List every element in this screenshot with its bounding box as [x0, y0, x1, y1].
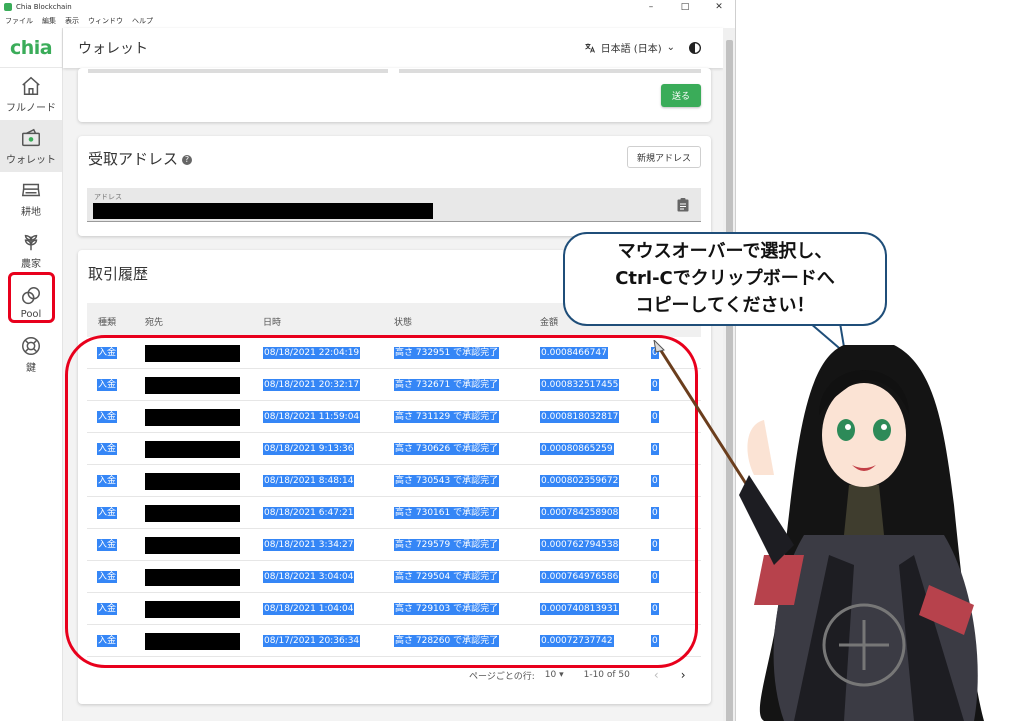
help-icon[interactable]: ?: [182, 154, 193, 165]
sidebar-item-label: 農家: [21, 258, 41, 270]
menu-help[interactable]: ヘルプ: [132, 16, 153, 26]
history-title: 取引履歴: [88, 265, 149, 283]
translate-icon: [584, 43, 595, 53]
send-amount-field[interactable]: [88, 69, 388, 73]
menu-file[interactable]: ファイル: [5, 16, 33, 26]
page-title: ウォレット: [78, 41, 148, 57]
menu-view[interactable]: 表示: [65, 16, 79, 26]
sidebar-item-keys[interactable]: 鍵: [0, 328, 62, 380]
send-card: [78, 68, 711, 122]
receive-address-heading: 受取アドレス?: [88, 148, 193, 169]
send-fee-field[interactable]: [399, 69, 701, 73]
address-value-redacted: [93, 203, 433, 219]
send-button[interactable]: 送る: [661, 84, 701, 107]
rows-per-page-select[interactable]: 10 ▾: [545, 670, 564, 680]
chia-logo: chia: [0, 28, 62, 68]
screen: Chia Blockchain – □ ✕ ファイル 編集 表示 ウィンドウ ヘ…: [0, 0, 1012, 721]
sidebar-item-label: 耕地: [21, 206, 41, 218]
sidebar-item-label: ウォレット: [6, 154, 56, 166]
column-status[interactable]: 状態: [394, 315, 412, 328]
maximize-button[interactable]: □: [668, 0, 702, 14]
sidebar: chia フルノード ウォレット 耕地 農家 Pool 鍵: [0, 28, 63, 721]
chevron-left-icon[interactable]: ‹: [654, 668, 659, 682]
lifebuoy-icon: [22, 336, 40, 355]
column-type[interactable]: 種類: [98, 315, 116, 328]
window-title: Chia Blockchain: [16, 3, 72, 11]
language-label: 日本語 (日本): [600, 44, 662, 55]
sidebar-item-wallet[interactable]: ウォレット: [0, 120, 62, 172]
pagination: ページごとの行: 10 ▾ 1-10 of 50 ‹ ›: [469, 668, 686, 682]
app-bar: ウォレット 日本語 (日本) ⌄: [63, 28, 723, 68]
column-date[interactable]: 日時: [263, 315, 281, 328]
column-amount[interactable]: 金額: [540, 315, 558, 328]
sidebar-item-farm[interactable]: 農家: [0, 224, 62, 276]
drive-icon: [21, 183, 41, 196]
theme-toggle-icon[interactable]: [687, 40, 703, 56]
app-window: Chia Blockchain – □ ✕ ファイル 編集 表示 ウィンドウ ヘ…: [0, 0, 736, 721]
minimize-button[interactable]: –: [634, 0, 668, 14]
rows-per-page-value: 10: [544, 670, 557, 680]
rows-per-page-label: ページごとの行:: [469, 671, 535, 682]
window-controls: – □ ✕: [634, 0, 735, 14]
new-address-button[interactable]: 新規アドレス: [627, 146, 701, 168]
chia-app-icon: [4, 3, 12, 11]
menu-window[interactable]: ウィンドウ: [88, 16, 123, 26]
home-icon: [22, 76, 40, 95]
address-label: アドレス: [94, 193, 122, 201]
pool-highlight-box: [8, 272, 55, 323]
callout-line-1: マウスオーバーで選択し、: [617, 241, 833, 262]
selection-highlight-oval: [65, 335, 698, 668]
menu-bar: ファイル 編集 表示 ウィンドウ ヘルプ: [0, 14, 735, 28]
language-selector[interactable]: 日本語 (日本) ⌄: [584, 40, 675, 55]
clipboard-icon[interactable]: [677, 198, 689, 212]
receive-address-title: 受取アドレス: [88, 150, 179, 168]
sidebar-item-label: 鍵: [26, 362, 36, 374]
wallet-icon: [22, 128, 40, 146]
menu-edit[interactable]: 編集: [42, 16, 56, 26]
close-button[interactable]: ✕: [702, 0, 735, 14]
sidebar-item-full-node[interactable]: フルノード: [0, 68, 62, 120]
column-to[interactable]: 宛先: [145, 315, 163, 328]
sidebar-item-label: フルノード: [6, 102, 56, 114]
title-bar: Chia Blockchain – □ ✕: [0, 0, 735, 14]
callout-line-2: Ctrl-Cでクリップボードへ: [615, 268, 835, 289]
sidebar-item-plots[interactable]: 耕地: [0, 172, 62, 224]
anime-character-illustration: [739, 345, 984, 721]
chevron-down-icon: ⌄: [666, 42, 675, 53]
chevron-right-icon[interactable]: ›: [681, 668, 686, 682]
page-range: 1-10 of 50: [583, 670, 630, 680]
address-field[interactable]: アドレス: [87, 188, 701, 222]
plant-icon: [24, 234, 38, 250]
